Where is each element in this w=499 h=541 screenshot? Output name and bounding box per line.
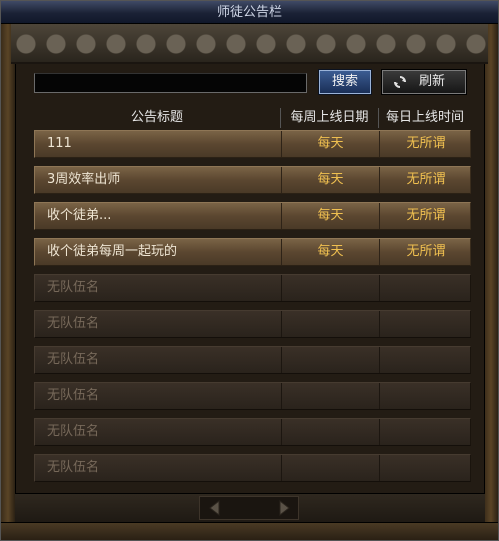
row-title: 无队伍名 <box>47 280 100 295</box>
bulletin-window: 师徒公告栏 搜索 刷新 公告标题 每周上线日期 每日上线时间 111 每天 无所谓 3… <box>0 0 499 541</box>
row-daily-time: 无所谓 <box>379 131 472 157</box>
row-daily-time <box>379 419 472 445</box>
left-frame-decoration <box>1 24 15 540</box>
table-row[interactable]: 无队伍名 <box>34 454 471 482</box>
table-row[interactable]: 111 每天 无所谓 <box>34 130 471 158</box>
table-row[interactable]: 无队伍名 <box>34 346 471 374</box>
table-row[interactable]: 收个徒弟... 每天 无所谓 <box>34 202 471 230</box>
row-daily-time <box>379 455 472 481</box>
row-daily-time <box>379 347 472 373</box>
row-week-days <box>281 347 379 373</box>
table-row[interactable]: 无队伍名 <box>34 382 471 410</box>
row-daily-time <box>379 311 472 337</box>
search-input[interactable] <box>34 73 307 93</box>
row-title: 无队伍名 <box>47 352 100 367</box>
row-title: 111 <box>47 136 72 151</box>
row-daily-time <box>379 275 472 301</box>
row-title: 收个徒弟每周一起玩的 <box>47 244 178 259</box>
row-daily-time: 无所谓 <box>379 203 472 229</box>
row-title: 无队伍名 <box>47 316 100 331</box>
table-row[interactable]: 无队伍名 <box>34 274 471 302</box>
table-row[interactable]: 3周效率出师 每天 无所谓 <box>34 166 471 194</box>
arrow-right-icon[interactable] <box>274 498 294 518</box>
table-row[interactable]: 无队伍名 <box>34 310 471 338</box>
window-title: 师徒公告栏 <box>1 1 498 24</box>
row-daily-time <box>379 383 472 409</box>
roof-tile-decoration <box>11 24 488 64</box>
row-week-days <box>281 419 379 445</box>
row-week-days: 每天 <box>281 131 379 157</box>
row-week-days <box>281 383 379 409</box>
right-frame-decoration <box>484 24 498 540</box>
row-week-days: 每天 <box>281 203 379 229</box>
column-title-header: 公告标题 <box>130 110 183 125</box>
column-week-header: 每周上线日期 <box>280 108 378 128</box>
column-time-header: 每日上线时间 <box>378 108 471 128</box>
row-title: 无队伍名 <box>47 424 100 439</box>
row-title: 收个徒弟... <box>47 208 112 223</box>
row-daily-time: 无所谓 <box>379 167 472 193</box>
search-button[interactable]: 搜索 <box>318 69 372 95</box>
row-week-days: 每天 <box>281 239 379 265</box>
row-week-days: 每天 <box>281 167 379 193</box>
row-daily-time: 无所谓 <box>379 239 472 265</box>
row-title: 无队伍名 <box>47 460 100 475</box>
refresh-label: 刷新 <box>419 74 446 89</box>
table-row[interactable]: 收个徒弟每周一起玩的 每天 无所谓 <box>34 238 471 266</box>
row-title: 3周效率出师 <box>47 172 121 187</box>
row-title: 无队伍名 <box>47 388 100 403</box>
refresh-icon <box>394 76 406 88</box>
table-row[interactable]: 无队伍名 <box>34 418 471 446</box>
row-week-days <box>281 311 379 337</box>
window-footer <box>1 522 498 540</box>
refresh-button[interactable]: 刷新 <box>381 69 467 95</box>
arrow-left-icon[interactable] <box>205 498 225 518</box>
row-week-days <box>281 275 379 301</box>
row-week-days <box>281 455 379 481</box>
table-header: 公告标题 每周上线日期 每日上线时间 <box>34 108 471 128</box>
